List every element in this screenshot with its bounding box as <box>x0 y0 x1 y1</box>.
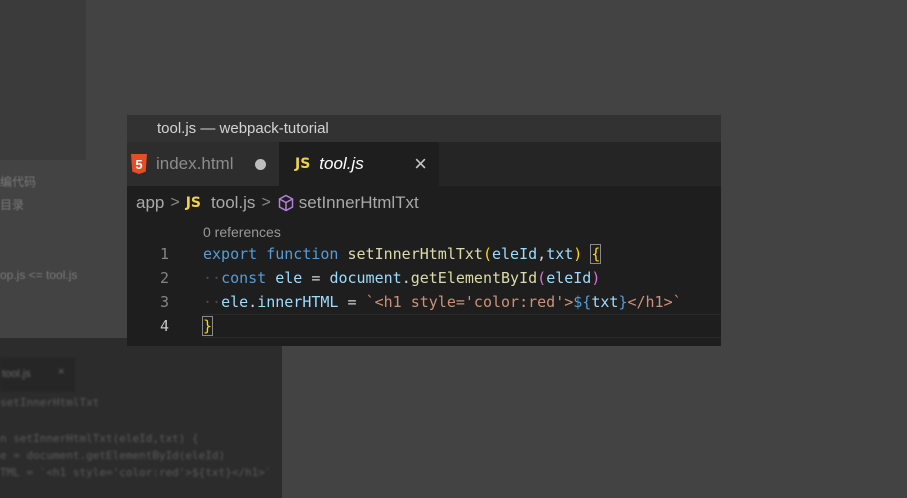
background-code-line: TML = `<h1 style='color:red'>${txt}</h1>… <box>0 466 272 479</box>
code-token: , <box>537 245 547 263</box>
code-token: = <box>347 293 357 311</box>
background-text: 编代码 <box>0 175 37 189</box>
code-token: . <box>248 293 258 311</box>
code-token: function <box>266 245 339 263</box>
code-token: ( <box>482 245 492 263</box>
code-editor[interactable]: 1 export function setInnerHtmlTxt(eleId,… <box>127 242 721 338</box>
code-token: ( <box>537 269 547 287</box>
tab-label: index.html <box>156 154 234 173</box>
code-token: . <box>401 269 411 287</box>
editor-window: tool.js — webpack-tutorial 5 index.html … <box>127 115 721 346</box>
code-token: export <box>203 245 258 263</box>
background-code-line: setInnerHtmlTxt <box>0 396 100 409</box>
code-token: { <box>590 244 602 264</box>
code-token: txt <box>546 245 574 263</box>
whitespace-marker: ·· <box>203 269 222 287</box>
tab-tool-js[interactable]: JS tool.js × <box>279 142 439 186</box>
close-icon[interactable]: × <box>414 153 427 175</box>
background-tab: tool.js × <box>0 358 75 392</box>
js-icon: JS <box>185 195 202 211</box>
code-line[interactable]: 3 ··ele.innerHTML = `<h1 style='color:re… <box>127 290 721 314</box>
unsaved-dot-icon[interactable] <box>255 158 267 170</box>
line-number: 2 <box>159 269 169 287</box>
code-token: eleId <box>492 245 538 263</box>
breadcrumb-folder[interactable]: app <box>136 193 164 213</box>
background-editor: tool.js × setInnerHtmlTxt n setInnerHtml… <box>0 338 282 498</box>
code-line[interactable]: 1 export function setInnerHtmlTxt(eleId,… <box>127 242 721 266</box>
code-token: ` <box>365 293 375 311</box>
code-token: ${ <box>573 293 592 311</box>
method-cube-icon <box>277 194 295 212</box>
html5-icon: 5 <box>131 154 147 174</box>
chevron-right-icon: > <box>170 194 180 211</box>
code-token: ele <box>275 269 303 287</box>
code-token: const <box>221 269 267 287</box>
background-code-line: n setInnerHtmlTxt(eleId,txt) { <box>0 432 199 445</box>
code-token: ele <box>221 293 249 311</box>
code-token: </h1> <box>627 293 673 311</box>
code-token: eleId <box>546 269 592 287</box>
close-icon: × <box>58 366 65 378</box>
line-number: 3 <box>159 293 169 311</box>
code-token: } <box>201 316 214 336</box>
background-text: 目录 <box>0 198 25 212</box>
code-token: <h1 style='color:red'> <box>374 293 574 311</box>
tab-label: tool.js <box>319 154 364 173</box>
code-token: document <box>329 269 402 287</box>
background-text: op.js <= tool.js <box>0 268 78 282</box>
breadcrumb-file[interactable]: tool.js <box>211 193 255 213</box>
codelens-references[interactable]: 0 references <box>127 222 721 242</box>
breadcrumb-symbol[interactable]: setInnerHtmlTxt <box>299 193 419 213</box>
breadcrumb: app > JS tool.js > setInnerHtmlTxt <box>127 186 721 220</box>
code-token: innerHTML <box>257 293 339 311</box>
background-panel-top <box>0 0 86 160</box>
background-code-line: e = document.getElementById(eleId) <box>0 449 226 462</box>
code-token: ` <box>672 293 682 311</box>
tab-bar: 5 index.html JS tool.js × <box>127 142 721 186</box>
chevron-right-icon: > <box>261 194 271 211</box>
tab-index-html[interactable]: 5 index.html <box>127 142 279 186</box>
code-token: setInnerHtmlTxt <box>347 245 483 263</box>
code-token: txt <box>591 293 619 311</box>
window-title: tool.js — webpack-tutorial <box>127 115 721 142</box>
code-token: = <box>311 269 321 287</box>
code-token: ) <box>591 269 601 287</box>
code-token: getElementById <box>410 269 538 287</box>
line-number: 4 <box>159 317 169 335</box>
code-line-current[interactable]: 4 } <box>127 314 721 338</box>
js-icon: JS <box>295 156 311 172</box>
code-token: ) <box>573 245 583 263</box>
whitespace-marker: ·· <box>203 293 222 311</box>
code-line[interactable]: 2 ··const ele = document.getElementById(… <box>127 266 721 290</box>
line-number: 1 <box>159 245 169 263</box>
